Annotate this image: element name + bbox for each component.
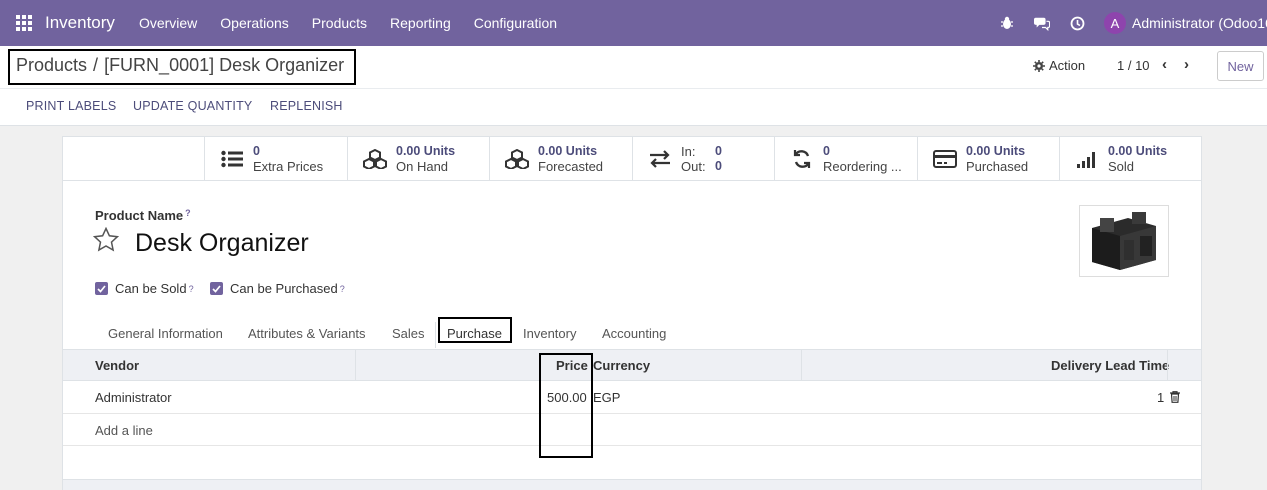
in-label: In: [681, 144, 696, 159]
menu-reporting[interactable]: Reporting [390, 15, 451, 31]
action-label: Action [1049, 58, 1086, 73]
in-out-button[interactable]: In: 0 Out: 0 [632, 137, 774, 181]
user-name[interactable]: Administrator (Odoo16 [1132, 15, 1267, 31]
apps-menu-icon[interactable] [16, 15, 32, 31]
sold-button[interactable]: 0.00 Units Sold [1059, 137, 1201, 181]
pager-value[interactable]: 1 / 10 [1117, 58, 1150, 73]
highlight-box-price-column [539, 353, 593, 458]
out-value: 0 [715, 159, 722, 173]
purchased-button[interactable]: 0.00 Units Purchased [917, 137, 1059, 181]
control-panel: Products / [FURN_0001] Desk Organizer Acti… [0, 46, 1267, 126]
help-tooltip-mark[interactable]: ? [340, 284, 345, 294]
purchased-label: Purchased [966, 159, 1029, 174]
extra-prices-value: 0 [253, 144, 260, 158]
tab-sales[interactable]: Sales [392, 326, 425, 341]
tab-attributes-variants[interactable]: Attributes & Variants [248, 326, 366, 341]
can-be-purchased-label: Can be Purchased [230, 281, 338, 296]
on-hand-value: 0.00 Units [396, 144, 456, 158]
checkmark-icon [210, 282, 223, 295]
reordering-button[interactable]: 0 Reordering ... [774, 137, 917, 181]
out-label: Out: [681, 159, 706, 174]
cell-currency[interactable]: EGP [593, 390, 620, 405]
credit-card-icon [932, 148, 958, 170]
highlight-box-purchase-tab [438, 317, 512, 343]
favorite-star-icon[interactable] [92, 226, 120, 255]
help-tooltip-mark[interactable]: ? [185, 208, 191, 218]
product-name-label: Product Name? [95, 208, 191, 223]
pager-next-icon[interactable]: › [1184, 56, 1189, 73]
cell-vendor[interactable]: Administrator [95, 390, 172, 405]
tab-inventory[interactable]: Inventory [523, 326, 576, 341]
forecasted-label: Forecasted [538, 159, 604, 174]
table-row[interactable]: Administrator 500.00 EGP 1 [63, 381, 1201, 414]
exchange-icon [647, 148, 673, 170]
column-separator [801, 350, 802, 380]
cubes-icon [362, 148, 388, 170]
reordering-value: 0 [823, 144, 830, 158]
add-line-row [63, 414, 1201, 446]
in-value: 0 [715, 144, 722, 158]
forecasted-button[interactable]: 0.00 Units Forecasted [489, 137, 632, 181]
add-line-link[interactable]: Add a line [95, 423, 153, 438]
highlight-box-breadcrumb [8, 49, 356, 85]
sheet-footer [63, 479, 1201, 490]
column-separator [1167, 350, 1168, 380]
new-button[interactable]: New [1217, 51, 1264, 81]
replenish-button[interactable]: REPLENISH [270, 99, 343, 113]
cubes-icon [504, 148, 530, 170]
product-name-field[interactable]: Desk Organizer [135, 229, 309, 258]
help-tooltip-mark[interactable]: ? [189, 284, 194, 294]
tab-accounting[interactable]: Accounting [602, 326, 666, 341]
form-sheet: 0 Extra Prices 0.00 Units On Hand 0.00 Uni… [62, 136, 1202, 490]
on-hand-label: On Hand [396, 159, 449, 174]
can-be-sold-label: Can be Sold [115, 281, 187, 296]
extra-prices-button[interactable]: 0 Extra Prices [204, 137, 347, 181]
app-name[interactable]: Inventory [45, 13, 115, 33]
notebook-tabs: General Information Attributes & Variant… [63, 317, 1201, 348]
menu-operations[interactable]: Operations [220, 15, 288, 31]
header-delivery-lead-time[interactable]: Delivery Lead Time [1051, 358, 1169, 373]
column-separator [355, 350, 356, 380]
forecasted-value: 0.00 Units [538, 144, 598, 158]
trash-icon[interactable] [1170, 391, 1180, 406]
control-divider [0, 88, 1267, 89]
user-avatar[interactable]: A [1104, 12, 1126, 34]
refresh-icon [789, 148, 815, 170]
product-image[interactable] [1079, 205, 1169, 277]
extra-prices-label: Extra Prices [253, 159, 324, 174]
header-currency[interactable]: Currency [593, 358, 650, 373]
vendor-table-header: Vendor Price Currency Delivery Lead Time [63, 349, 1201, 381]
action-button[interactable]: Action [1033, 58, 1085, 73]
sold-label: Sold [1108, 159, 1135, 174]
menu-configuration[interactable]: Configuration [474, 15, 557, 31]
menu-overview[interactable]: Overview [139, 15, 197, 31]
can-be-sold-checkbox[interactable]: Can be Sold? [95, 281, 194, 296]
on-hand-button[interactable]: 0.00 Units On Hand [347, 137, 489, 181]
checkmark-icon [95, 282, 108, 295]
purchased-value: 0.00 Units [966, 144, 1026, 158]
print-labels-button[interactable]: PRINT LABELS [26, 99, 116, 113]
clock-icon[interactable] [1069, 15, 1085, 31]
tab-divider [435, 322, 436, 348]
update-quantity-button[interactable]: UPDATE QUANTITY [133, 99, 252, 113]
top-navbar: Inventory Overview Operations Products R… [0, 0, 1267, 46]
menu-products[interactable]: Products [312, 15, 367, 31]
signal-bars-icon [1074, 148, 1100, 170]
header-vendor[interactable]: Vendor [95, 358, 139, 373]
bug-icon[interactable] [999, 15, 1015, 31]
reordering-label: Reordering ... [823, 159, 902, 174]
gear-icon [1033, 59, 1045, 72]
tab-general-information[interactable]: General Information [108, 326, 223, 341]
sold-value: 0.00 Units [1108, 144, 1168, 158]
list-icon [219, 148, 245, 170]
can-be-purchased-checkbox[interactable]: Can be Purchased? [210, 281, 345, 296]
pager-previous-icon[interactable]: ‹ [1162, 56, 1167, 73]
cell-lead-time[interactable]: 1 [1157, 390, 1164, 405]
smart-buttons: 0 Extra Prices 0.00 Units On Hand 0.00 Uni… [63, 137, 1201, 181]
chat-icon[interactable] [1034, 15, 1050, 31]
